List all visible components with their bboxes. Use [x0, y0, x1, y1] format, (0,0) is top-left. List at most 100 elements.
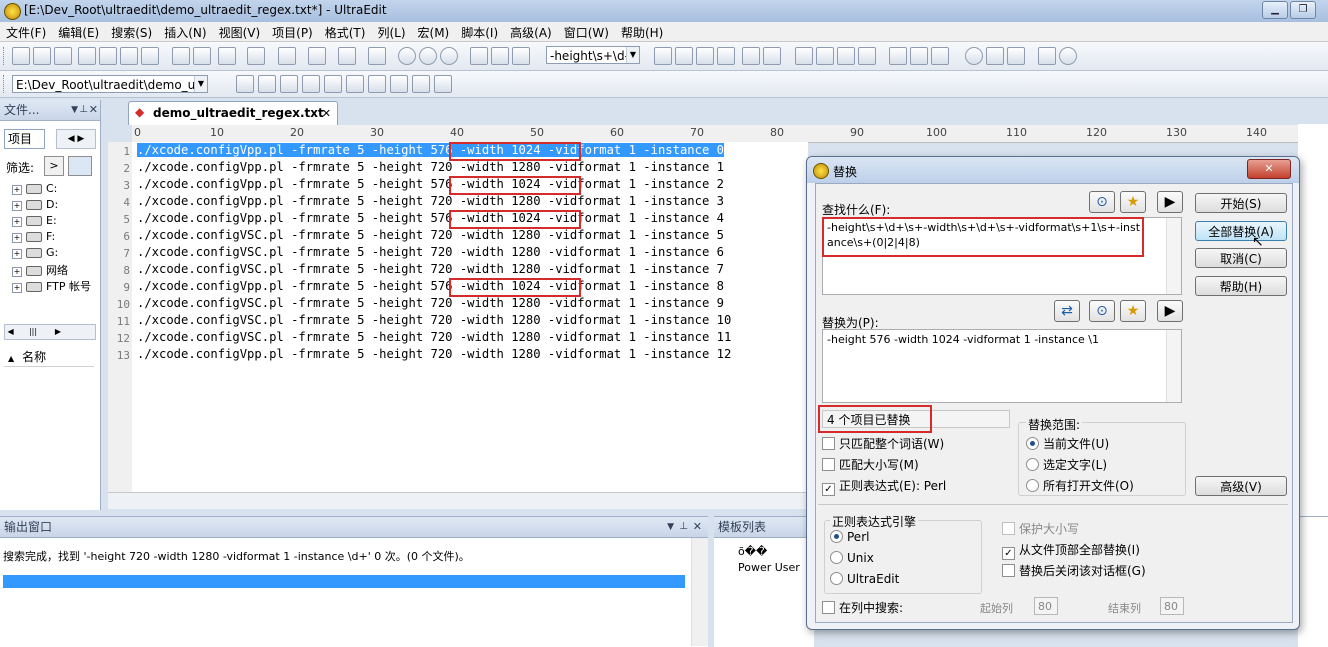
find-input-scrollbar[interactable] [1166, 218, 1181, 294]
network-item[interactable]: + 网络 [12, 262, 68, 278]
output-selected-line[interactable] [3, 575, 685, 588]
folder-icon[interactable] [68, 156, 92, 176]
find-prev-icon[interactable] [696, 47, 714, 65]
advanced-button[interactable]: 高级(V) [1195, 476, 1287, 496]
css-icon[interactable] [368, 75, 386, 93]
bookmark-icon[interactable] [763, 47, 781, 65]
close-icon[interactable]: ✕ [1247, 159, 1291, 179]
tab-scroll-arrows[interactable]: ◀ ▶ [56, 129, 96, 149]
find-next-icon[interactable] [675, 47, 693, 65]
code-line-selected[interactable]: ./xcode.configVpp.pl -frmrate 5 -height … [137, 143, 724, 157]
perl-icon[interactable] [412, 75, 430, 93]
menu-edit[interactable]: 编辑(E) [52, 22, 105, 41]
print-icon[interactable] [172, 47, 190, 65]
column-mode-icon[interactable] [338, 47, 356, 65]
back-icon[interactable] [33, 47, 51, 65]
close-icon[interactable]: ✕ [693, 517, 702, 537]
replace-input-scrollbar[interactable] [1166, 330, 1181, 402]
path-combo[interactable]: E:\Dev_Root\ultraedit\demo_ul ▼ [12, 75, 208, 93]
restore-icon[interactable]: ❐ [1290, 1, 1316, 19]
hex-mode-icon[interactable] [368, 47, 386, 65]
save-icon[interactable] [120, 47, 138, 65]
sort-column-header[interactable]: ▲ 名称 [4, 348, 94, 367]
engine-perl-radio[interactable]: Perl [830, 530, 869, 544]
menu-project[interactable]: 项目(P) [266, 22, 319, 41]
split-horizontal-icon[interactable] [889, 47, 907, 65]
template-item[interactable]: Power User [738, 561, 800, 574]
start-column-input[interactable]: 80 [1034, 597, 1058, 615]
drive-item[interactable]: + C: [12, 182, 57, 195]
code-line[interactable]: ./xcode.configVpp.pl -frmrate 5 -height … [137, 211, 724, 225]
output-vertical-scrollbar[interactable] [691, 538, 708, 646]
find-icon[interactable] [654, 47, 672, 65]
close-after-replace-checkbox[interactable]: 替换后关闭该对话框(G) [1002, 562, 1146, 579]
swap-icon[interactable]: ⇄ [1054, 300, 1080, 322]
play-icon[interactable]: ▶ [1157, 300, 1183, 322]
php-icon[interactable] [390, 75, 408, 93]
goto-icon[interactable] [742, 47, 760, 65]
windows-icon[interactable] [434, 75, 452, 93]
match-case-checkbox[interactable]: 匹配大小写(M) [822, 456, 919, 473]
code-line[interactable]: ./xcode.configVpp.pl -frmrate 5 -height … [137, 347, 731, 361]
pin-icon[interactable]: ⊥ [679, 517, 688, 537]
format-icon[interactable] [308, 47, 326, 65]
google-icon[interactable] [236, 75, 254, 93]
scope-current-file-radio[interactable]: 当前文件(U) [1026, 435, 1109, 452]
menu-macro[interactable]: 宏(M) [412, 22, 456, 41]
column-search-checkbox[interactable]: 在列中搜索: [822, 599, 903, 616]
code-line[interactable]: ./xcode.configVSC.pl -frmrate 5 -height … [137, 313, 731, 327]
code-line[interactable]: ./xcode.configVSC.pl -frmrate 5 -height … [137, 228, 724, 242]
menu-script[interactable]: 脚本(I) [455, 22, 504, 41]
close-icon[interactable]: ✕ [89, 100, 98, 120]
paste-icon[interactable] [512, 47, 530, 65]
open-file-icon[interactable] [99, 47, 117, 65]
code-line[interactable]: ./xcode.configVSC.pl -frmrate 5 -height … [137, 245, 724, 259]
add-icon[interactable] [419, 47, 437, 65]
ftp-account-item[interactable]: + FTP 帐号 [12, 278, 91, 294]
menu-view[interactable]: 视图(V) [213, 22, 267, 41]
history-icon[interactable]: ⊙ [1089, 300, 1115, 322]
engine-unix-radio[interactable]: Unix [830, 551, 874, 565]
wikipedia-icon[interactable] [280, 75, 298, 93]
minimize-icon[interactable]: ▁ [1262, 1, 1288, 19]
preserve-case-checkbox[interactable]: 保护大小写 [1002, 520, 1079, 537]
code-line[interactable]: ./xcode.configVpp.pl -frmrate 5 -height … [137, 279, 724, 293]
engine-ultraedit-radio[interactable]: UltraEdit [830, 572, 899, 586]
justify-icon[interactable] [858, 47, 876, 65]
filter-apply-button[interactable]: > [44, 156, 64, 176]
start-button[interactable]: 开始(S) [1195, 193, 1287, 213]
editor-horizontal-scrollbar[interactable] [108, 492, 808, 509]
refresh-icon[interactable] [1007, 47, 1025, 65]
align-center-icon[interactable] [816, 47, 834, 65]
tab-project[interactable]: 项目 [4, 129, 45, 149]
print-preview-icon[interactable] [193, 47, 211, 65]
code-line[interactable]: ./xcode.configVSC.pl -frmrate 5 -height … [137, 262, 724, 276]
chevron-down-icon[interactable]: ▼ [667, 517, 674, 537]
compare-icon[interactable] [931, 47, 949, 65]
lightbulb-icon[interactable] [324, 75, 342, 93]
code-line[interactable]: ./xcode.configVpp.pl -frmrate 5 -height … [137, 177, 724, 191]
play-icon[interactable]: ▶ [1157, 191, 1183, 213]
code-line[interactable]: ./xcode.configVSC.pl -frmrate 5 -height … [137, 330, 731, 344]
template-root-item[interactable]: õ�� [738, 545, 767, 558]
tip-icon[interactable] [1038, 47, 1056, 65]
chevron-down-icon[interactable]: ▼ [71, 100, 78, 120]
forward-icon[interactable] [54, 47, 72, 65]
menu-file[interactable]: 文件(F) [0, 22, 52, 41]
copy-icon[interactable] [491, 47, 509, 65]
menu-advanced[interactable]: 高级(A) [504, 22, 558, 41]
horizontal-scrollbar[interactable]: ◀ ||| ▶ [4, 324, 96, 340]
drive-item[interactable]: + D: [12, 198, 58, 211]
search-combo[interactable]: -height\s+\d- ▼ [546, 46, 640, 64]
dictionary-icon[interactable] [302, 75, 320, 93]
align-left-icon[interactable] [795, 47, 813, 65]
remove-icon[interactable] [440, 47, 458, 65]
menu-window[interactable]: 窗口(W) [558, 22, 615, 41]
menu-insert[interactable]: 插入(N) [158, 22, 212, 41]
chevron-down-icon[interactable]: ▼ [194, 76, 207, 92]
replace-all-button[interactable]: 全部替换(A) [1195, 221, 1287, 241]
menu-help[interactable]: 帮助(H) [615, 22, 669, 41]
code-line[interactable]: ./xcode.configVSC.pl -frmrate 5 -height … [137, 296, 724, 310]
menu-format[interactable]: 格式(T) [319, 22, 372, 41]
open-icon[interactable] [12, 47, 30, 65]
